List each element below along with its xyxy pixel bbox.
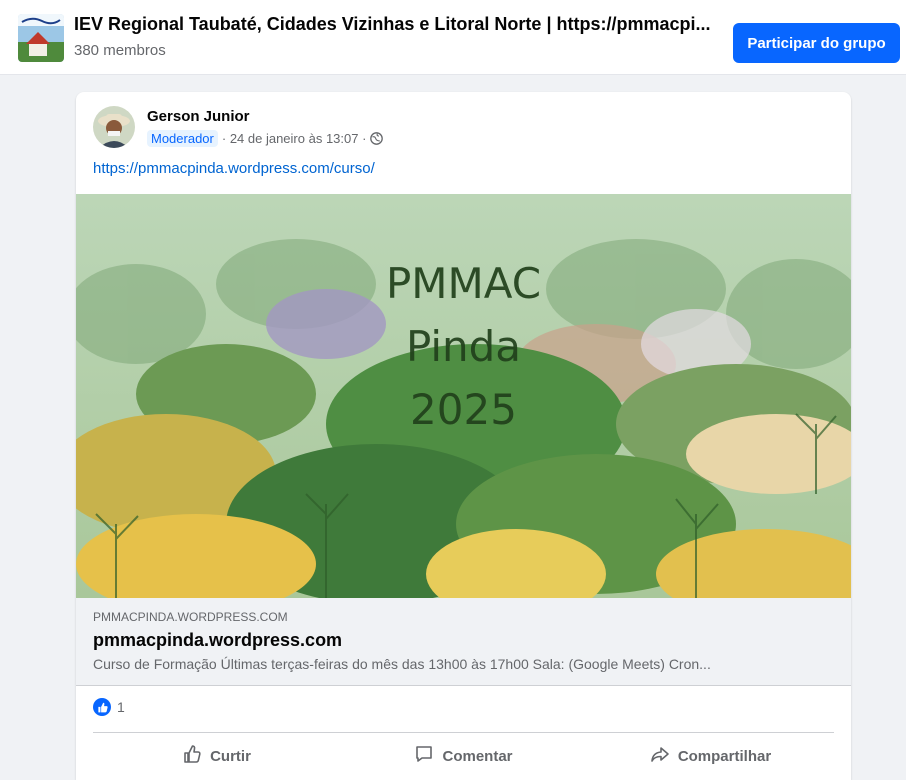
post-card: Gerson Junior Moderador · 24 de janeiro …	[76, 92, 851, 780]
group-member-count[interactable]: 380 membros	[74, 42, 166, 59]
share-button[interactable]: Compartilhar	[587, 738, 834, 774]
link-preview-image[interactable]: PMMAC Pinda 2025	[76, 194, 851, 598]
like-count: 1	[117, 699, 125, 715]
comment-button-label: Comentar	[442, 747, 513, 765]
hero-line-1: PMMAC	[385, 259, 542, 308]
reaction-summary[interactable]: 1	[93, 698, 125, 716]
link-preview[interactable]: PMMACPINDA.WORDPRESS.COM pmmacpinda.word…	[76, 598, 851, 686]
avatar[interactable]	[93, 106, 135, 148]
actions-divider	[93, 732, 834, 733]
hero-line-3: 2025	[410, 385, 517, 434]
post-author[interactable]: Gerson Junior	[147, 108, 250, 125]
like-button-label: Curtir	[210, 747, 251, 765]
post-actions: Curtir Comentar Compartilhar	[93, 738, 834, 774]
group-header: IEV Regional Taubaté, Cidades Vizinhas e…	[0, 0, 906, 75]
post-link[interactable]: https://pmmacpinda.wordpress.com/curso/	[93, 160, 375, 177]
globe-icon	[370, 132, 384, 145]
like-button[interactable]: Curtir	[93, 738, 340, 774]
comment-icon	[414, 744, 442, 768]
hero-text: PMMAC Pinda 2025	[76, 252, 851, 441]
post-timestamp[interactable]: · 24 de janeiro às 13:07 ·	[222, 131, 367, 146]
share-button-label: Compartilhar	[677, 747, 772, 765]
moderator-badge: Moderador	[147, 130, 218, 147]
link-preview-description: Curso de Formação Últimas terças-feiras …	[93, 656, 711, 672]
like-icon	[93, 698, 111, 716]
thumb-up-icon	[182, 744, 210, 768]
group-title[interactable]: IEV Regional Taubaté, Cidades Vizinhas e…	[74, 14, 711, 35]
join-group-button[interactable]: Participar do grupo	[733, 23, 900, 63]
comment-button[interactable]: Comentar	[340, 738, 587, 774]
share-icon	[650, 744, 678, 768]
post-meta: Moderador · 24 de janeiro às 13:07 ·	[147, 130, 384, 147]
link-preview-title: pmmacpinda.wordpress.com	[93, 630, 343, 650]
hero-line-2: Pinda	[405, 322, 522, 371]
link-preview-domain: PMMACPINDA.WORDPRESS.COM	[93, 610, 288, 624]
group-thumbnail[interactable]	[18, 14, 64, 62]
